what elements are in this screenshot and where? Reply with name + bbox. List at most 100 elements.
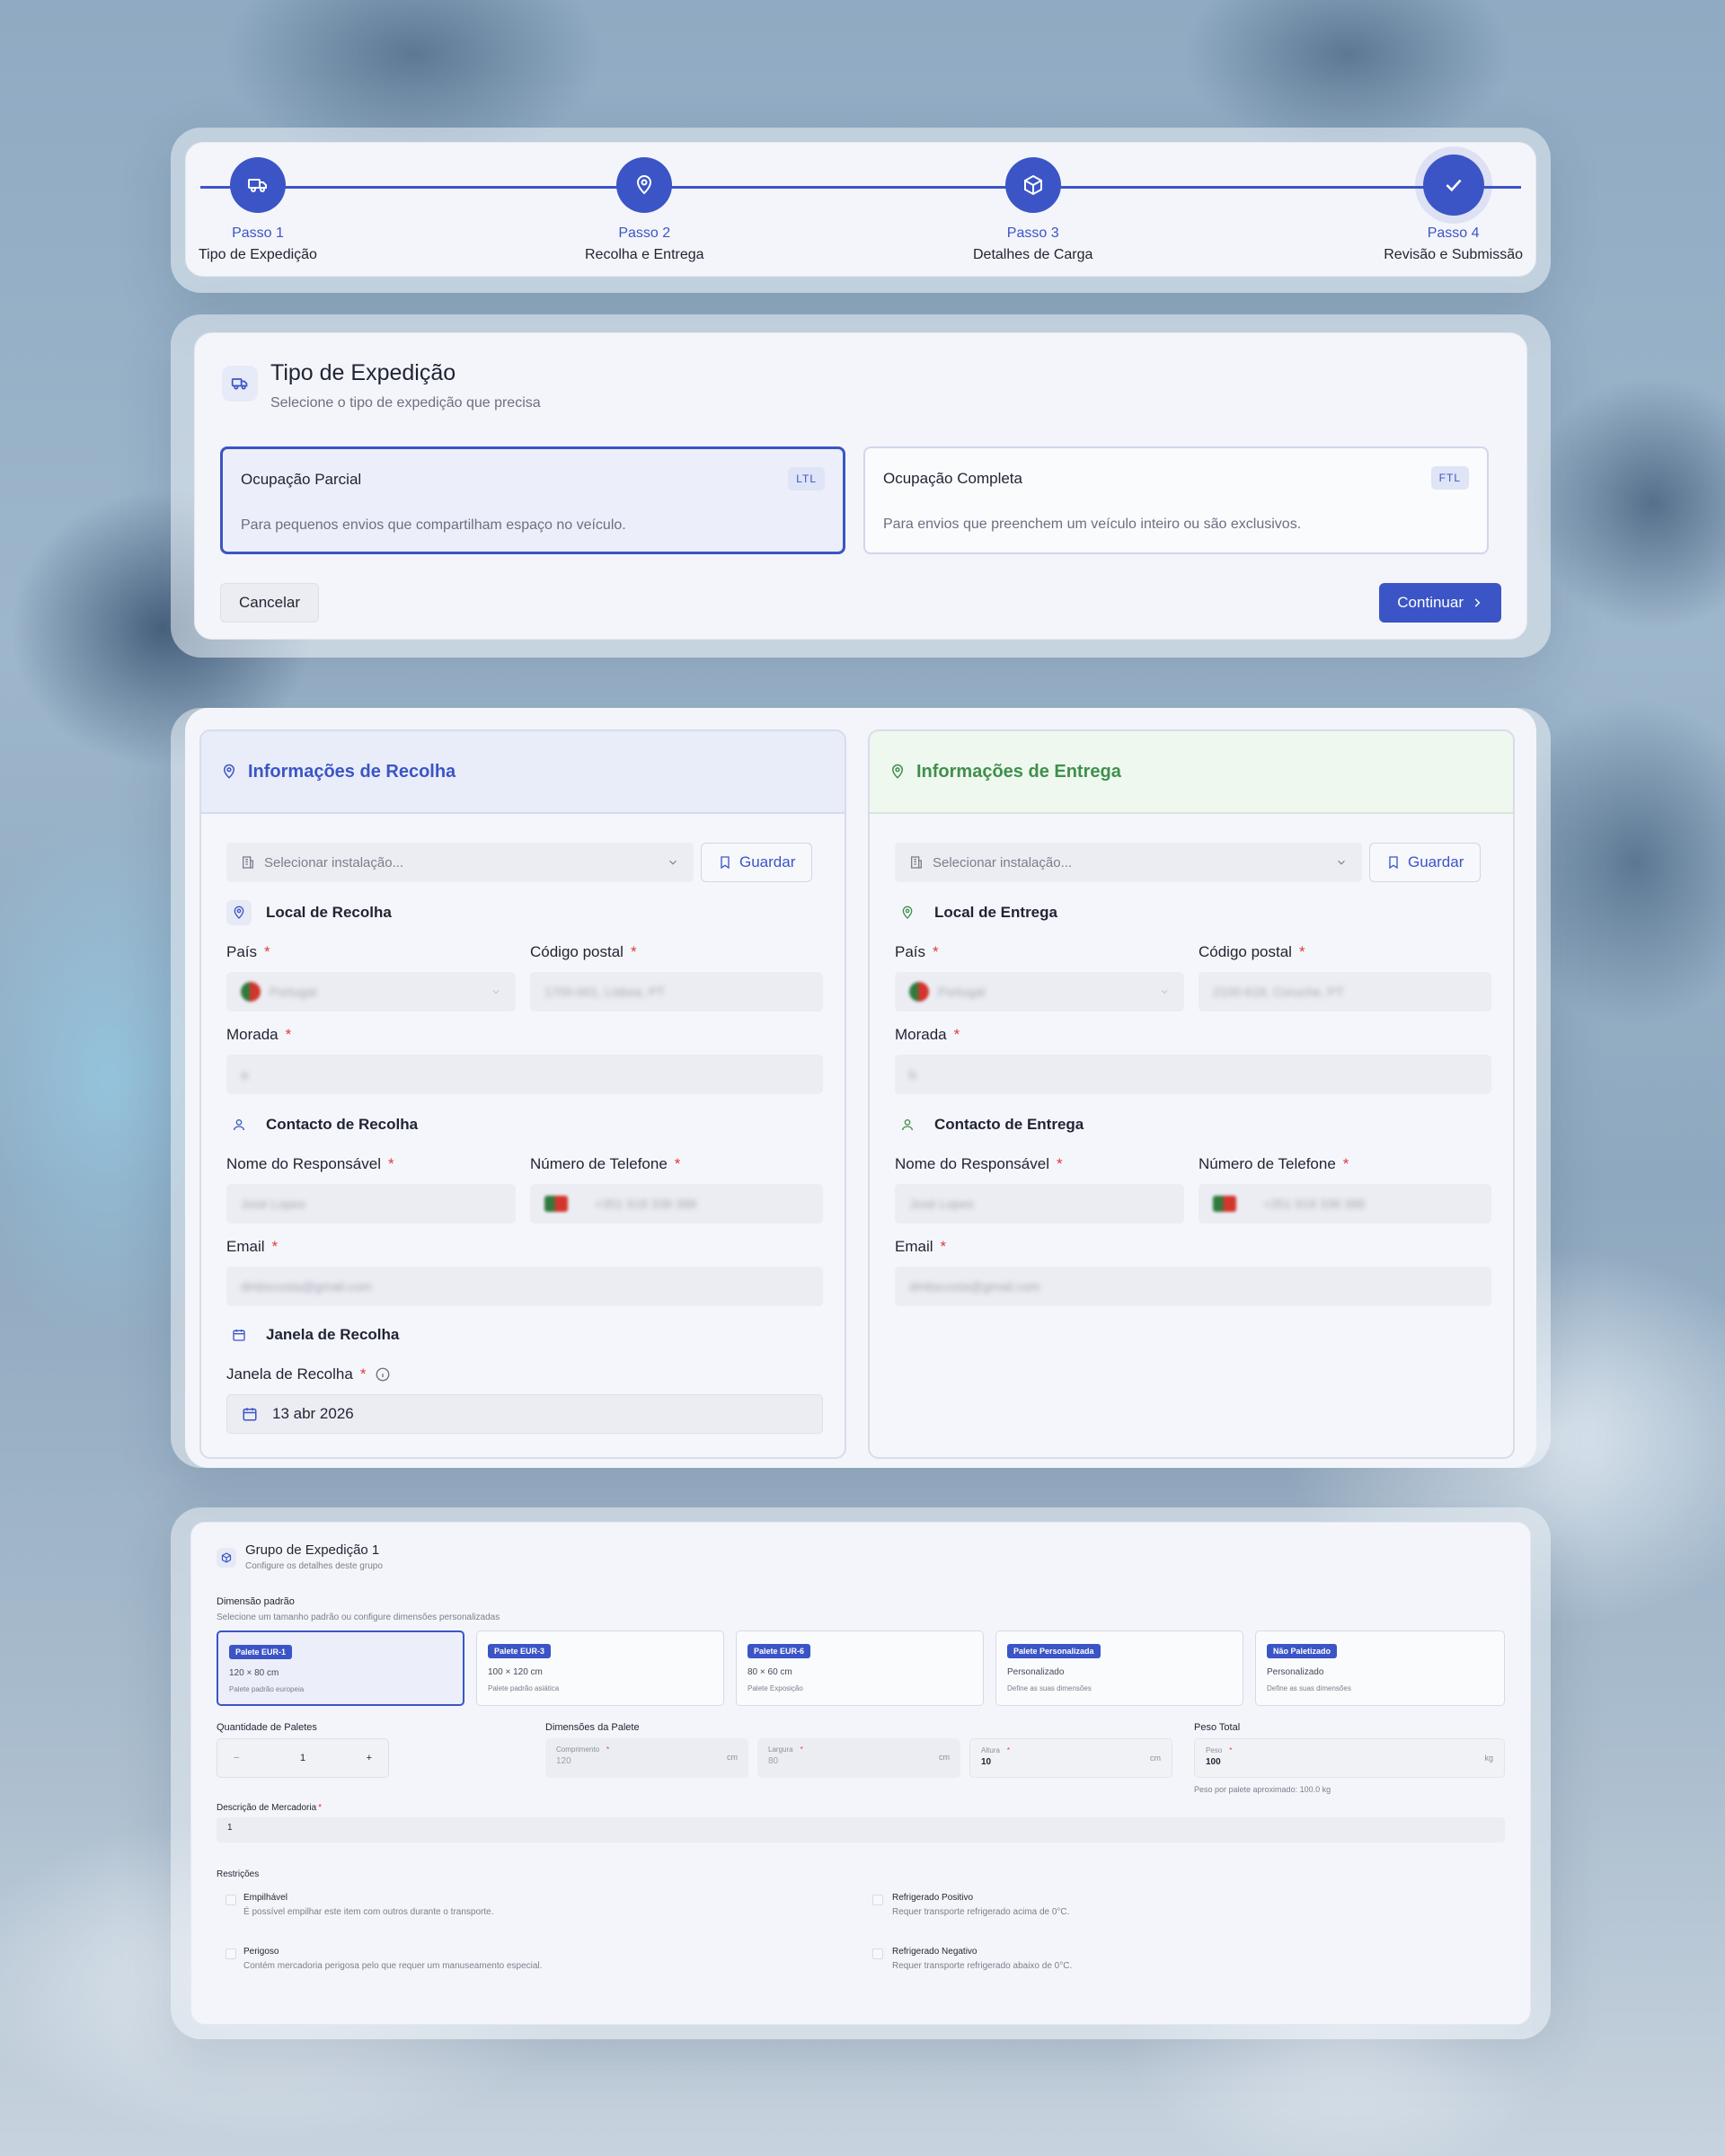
portugal-flag-icon xyxy=(909,982,929,1002)
restr-desc: É possível empilhar este item com outros… xyxy=(243,1907,494,1917)
dim-option-eur3[interactable]: Palete EUR-3 100 × 120 cm Palete padrão … xyxy=(476,1630,724,1706)
cp-input[interactable]: 1700-001, Lisboa, PT xyxy=(530,972,823,1012)
unit: cm xyxy=(1150,1754,1161,1763)
dim-size: 80 × 60 cm xyxy=(748,1667,792,1677)
email-label: Email * xyxy=(895,1238,947,1255)
dim-size: Personalizado xyxy=(1007,1667,1065,1677)
step-4[interactable]: Passo 4 Revisão e Submissão xyxy=(1384,155,1523,263)
comp-value: 120 xyxy=(556,1756,571,1766)
dim-badge: Palete EUR-6 xyxy=(748,1644,811,1658)
map-pin-icon xyxy=(616,157,673,213)
dim-desc: Palete padrão asiática xyxy=(488,1684,560,1692)
unit: cm xyxy=(727,1753,738,1762)
facility-select[interactable]: Selecionar instalação... xyxy=(226,843,694,882)
option-desc: Para pequenos envios que compartilham es… xyxy=(241,517,626,533)
restr-title-text: Refrigerado Negativo xyxy=(892,1947,978,1957)
desc-input[interactable]: 1 xyxy=(217,1817,1505,1842)
tel-label: Número de Telefone * xyxy=(530,1155,681,1172)
pais-value: Portugal xyxy=(938,985,986,999)
email-input[interactable]: dmbscosta@gmail.com xyxy=(895,1267,1491,1306)
restr-refrig-positive[interactable]: Refrigerado Positivo Requer transporte r… xyxy=(872,1893,1069,1917)
morada-label: Morada * xyxy=(226,1026,292,1043)
refrig-positive-checkbox[interactable] xyxy=(872,1895,883,1905)
email-value: dmbscosta@gmail.com xyxy=(241,1279,372,1294)
restr-dangerous[interactable]: Perigoso Contém mercadoria perigosa pelo… xyxy=(226,1947,542,1971)
dangerous-checkbox[interactable] xyxy=(226,1948,236,1959)
tel-input[interactable]: +351 918 338 388 xyxy=(1199,1184,1491,1224)
recolha-header: Informações de Recolha xyxy=(201,731,845,814)
step-number: Passo 1 xyxy=(232,225,284,241)
cp-value: 1700-001, Lisboa, PT xyxy=(544,985,665,999)
cp-value: 2100-618, Coruche, PT xyxy=(1213,985,1344,999)
morada-input[interactable]: a xyxy=(226,1055,823,1094)
peso-input[interactable]: Peso * 100 kg xyxy=(1194,1738,1505,1778)
refrig-negative-checkbox[interactable] xyxy=(872,1948,883,1959)
dim-option-non-pallet[interactable]: Não Paletizado Personalizado Define as s… xyxy=(1255,1630,1505,1706)
email-value: dmbscosta@gmail.com xyxy=(909,1279,1040,1294)
option-ltl[interactable]: Ocupação Parcial LTL Para pequenos envio… xyxy=(220,446,845,554)
tel-label: Número de Telefone * xyxy=(1199,1155,1349,1172)
contact-section: Contacto de Entrega xyxy=(895,1112,1084,1137)
grupo-card: Grupo de Expedição 1 Configure os detalh… xyxy=(190,1522,1531,2025)
local-section: Local de Entrega xyxy=(895,900,1057,925)
facility-select[interactable]: Selecionar instalação... xyxy=(895,843,1362,882)
janela-value: 13 abr 2026 xyxy=(272,1405,354,1422)
desc-label: Descrição de Mercadoria * xyxy=(217,1803,323,1813)
comp-input[interactable]: Comprimento * 120 cm xyxy=(545,1738,748,1778)
decrement-button[interactable]: − xyxy=(234,1753,239,1763)
larg-input[interactable]: Largura * 80 cm xyxy=(757,1738,960,1778)
tel-value: +351 918 338 388 xyxy=(1263,1197,1366,1211)
nome-input[interactable]: José Lopes xyxy=(895,1184,1184,1224)
step-2[interactable]: Passo 2 Recolha e Entrega xyxy=(585,157,704,263)
step-label: Tipo de Expedição xyxy=(199,247,317,262)
morada-input[interactable]: b xyxy=(895,1055,1491,1094)
pais-select[interactable]: Portugal xyxy=(226,972,516,1012)
dim-option-custom[interactable]: Palete Personalizada Personalizado Defin… xyxy=(995,1630,1243,1706)
nome-label: Nome do Responsável * xyxy=(226,1155,394,1172)
nome-label: Nome do Responsável * xyxy=(895,1155,1063,1172)
email-input[interactable]: dmbscosta@gmail.com xyxy=(226,1267,823,1306)
step-3[interactable]: Passo 3 Detalhes de Carga xyxy=(973,157,1092,263)
pal-dim-label: Dimensões da Palete xyxy=(545,1722,640,1733)
local-title: Local de Entrega xyxy=(934,904,1057,921)
info-icon[interactable] xyxy=(375,1366,391,1383)
option-title: Ocupação Parcial xyxy=(241,471,362,488)
dim-option-eur1[interactable]: Palete EUR-1 120 × 80 cm Palete padrão e… xyxy=(217,1630,464,1706)
janela-date-picker[interactable]: 13 abr 2026 xyxy=(226,1394,823,1434)
nome-value: José Lopes xyxy=(909,1197,974,1211)
info-panel: Informações de Recolha Selecionar instal… xyxy=(171,708,1551,1468)
step-1[interactable]: Passo 1 Tipo de Expedição xyxy=(199,157,317,263)
qty-stepper[interactable]: − 1 + xyxy=(217,1738,389,1778)
dim-badge: Palete EUR-3 xyxy=(488,1644,552,1658)
user-icon xyxy=(895,1112,920,1137)
cp-input[interactable]: 2100-618, Coruche, PT xyxy=(1199,972,1491,1012)
dim-option-eur6[interactable]: Palete EUR-6 80 × 60 cm Palete Exposição xyxy=(736,1630,984,1706)
facility-placeholder: Selecionar instalação... xyxy=(264,854,404,870)
tel-input[interactable]: +351 918 338 388 xyxy=(530,1184,823,1224)
chevron-down-icon xyxy=(669,860,677,865)
save-facility-button[interactable]: Guardar xyxy=(1369,843,1482,882)
option-ftl[interactable]: Ocupação Completa FTL Para envios que pr… xyxy=(863,446,1489,554)
grupo-subtitle: Configure os detalhes deste grupo xyxy=(245,1561,383,1571)
nome-input[interactable]: José Lopes xyxy=(226,1184,516,1224)
cancel-label: Cancelar xyxy=(239,594,301,611)
cancel-button[interactable]: Cancelar xyxy=(220,583,320,623)
step-label: Detalhes de Carga xyxy=(973,247,1093,262)
calendar-icon xyxy=(243,1408,257,1421)
grupo-panel: Grupo de Expedição 1 Configure os detalh… xyxy=(171,1507,1551,2039)
pais-select[interactable]: Portugal xyxy=(895,972,1184,1012)
contact-section: Contacto de Recolha xyxy=(226,1112,418,1137)
dim-title: Dimensão padrão xyxy=(217,1596,295,1607)
dim-desc: Palete Exposição xyxy=(748,1684,803,1692)
save-facility-button[interactable]: Guardar xyxy=(701,843,813,882)
dim-size: 100 × 120 cm xyxy=(488,1667,543,1677)
dim-size: 120 × 80 cm xyxy=(229,1668,279,1678)
package-icon xyxy=(1004,157,1061,213)
restr-stackable[interactable]: Empilhável É possível empilhar este item… xyxy=(226,1893,493,1917)
stackable-checkbox[interactable] xyxy=(226,1895,236,1905)
increment-button[interactable]: + xyxy=(367,1753,372,1763)
alt-input[interactable]: Altura * 10 cm xyxy=(969,1738,1172,1778)
restr-refrig-negative[interactable]: Refrigerado Negativo Requer transporte r… xyxy=(872,1947,1072,1971)
continue-button[interactable]: Continuar xyxy=(1379,583,1501,623)
janela-section: Janela de Recolha xyxy=(226,1322,399,1348)
